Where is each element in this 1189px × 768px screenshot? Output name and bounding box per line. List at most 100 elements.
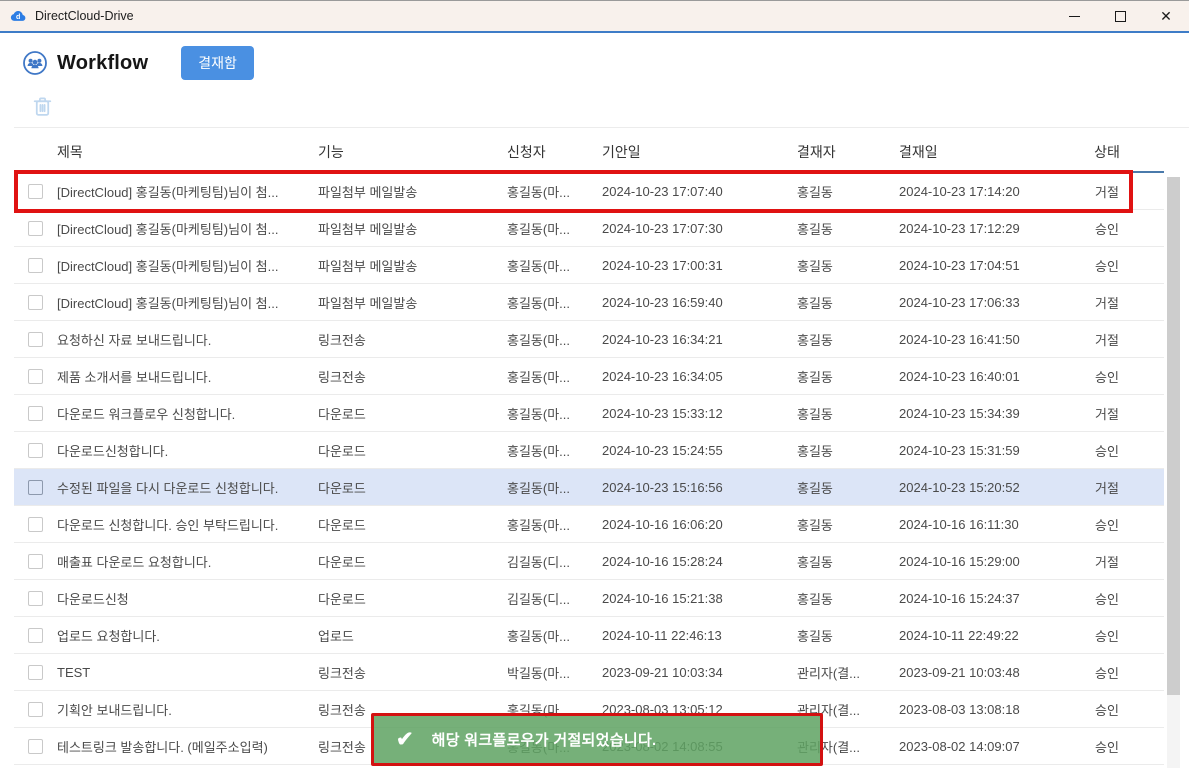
row-approval-date: 2024-10-23 17:12:29	[899, 221, 1060, 236]
row-status: 승인	[1060, 441, 1164, 460]
delete-button[interactable]	[30, 94, 55, 122]
row-approval-date: 2024-10-23 17:04:51	[899, 258, 1060, 273]
row-draft-date: 2024-10-23 17:07:30	[602, 221, 797, 236]
row-checkbox[interactable]	[28, 591, 43, 606]
table-row[interactable]: 수정된 파일을 다시 다운로드 신청합니다. 다운로드 홍길동(마... 202…	[14, 469, 1164, 506]
row-title: [DirectCloud] 홍길동(마케팅팀)님이 첨...	[57, 219, 318, 238]
page-title: Workflow	[57, 52, 148, 75]
table-row[interactable]: 다운로드 신청합니다. 승인 부탁드립니다. 다운로드 홍길동(마... 202…	[14, 506, 1164, 543]
row-title: [DirectCloud] 홍길동(마케팅팀)님이 첨...	[57, 293, 318, 312]
table-row[interactable]: [DirectCloud] 홍길동(마케팅팀)님이 첨... 파일첨부 메일발송…	[14, 210, 1164, 247]
vertical-scrollbar[interactable]	[1167, 177, 1180, 768]
row-status: 거절	[1060, 552, 1164, 571]
table-row[interactable]: 매출표 다운로드 요청합니다. 다운로드 김길동(디... 2024-10-16…	[14, 543, 1164, 580]
minimize-button[interactable]	[1051, 1, 1097, 31]
row-approver: 관리자(결...	[797, 663, 899, 682]
row-checkbox[interactable]	[28, 221, 43, 236]
row-title: 다운로드신청	[57, 589, 318, 608]
row-draft-date: 2024-10-23 17:00:31	[602, 258, 797, 273]
row-approval-date: 2024-10-23 17:06:33	[899, 295, 1060, 310]
maximize-button[interactable]	[1097, 1, 1143, 31]
table-row[interactable]: [DirectCloud] 홍길동(마케팅팀)님이 첨... 파일첨부 메일발송…	[14, 173, 1164, 210]
row-checkbox[interactable]	[28, 443, 43, 458]
workflow-icon	[22, 50, 48, 76]
close-button[interactable]: ✕	[1143, 1, 1189, 31]
row-applicant: 홍길동(마...	[507, 515, 602, 534]
column-header-title: 제목	[57, 142, 318, 162]
row-checkbox[interactable]	[28, 554, 43, 569]
row-checkbox[interactable]	[28, 406, 43, 421]
row-function: 파일첨부 메일발송	[318, 219, 507, 238]
table-row[interactable]: 업로드 요청합니다. 업로드 홍길동(마... 2024-10-11 22:46…	[14, 617, 1164, 654]
row-checkbox[interactable]	[28, 480, 43, 495]
row-applicant: 박길동(마...	[507, 663, 602, 682]
row-checkbox[interactable]	[28, 258, 43, 273]
toolbar-divider	[14, 127, 1189, 128]
maximize-icon	[1115, 11, 1126, 22]
row-status: 승인	[1060, 737, 1164, 756]
row-approver: 홍길동	[797, 256, 899, 275]
row-status: 승인	[1060, 626, 1164, 645]
row-approval-date: 2024-10-16 16:11:30	[899, 517, 1060, 532]
row-approval-date: 2024-10-23 15:34:39	[899, 406, 1060, 421]
row-applicant: 홍길동(마...	[507, 441, 602, 460]
approval-box-button[interactable]: 결재함	[181, 46, 254, 80]
row-status: 거절	[1060, 293, 1164, 312]
table-row[interactable]: TEST 링크전송 박길동(마... 2023-09-21 10:03:34 관…	[14, 654, 1164, 691]
row-draft-date: 2024-10-23 16:59:40	[602, 295, 797, 310]
row-function: 업로드	[318, 626, 507, 645]
row-function: 다운로드	[318, 478, 507, 497]
row-status: 승인	[1060, 219, 1164, 238]
toolbar	[30, 94, 1189, 120]
row-function: 파일첨부 메일발송	[318, 293, 507, 312]
row-function: 다운로드	[318, 589, 507, 608]
row-applicant: 홍길동(마...	[507, 330, 602, 349]
row-status: 거절	[1060, 330, 1164, 349]
toast-notification: ✔ 해당 워크플로우가 거절되었습니다.	[371, 713, 823, 766]
row-checkbox[interactable]	[28, 665, 43, 680]
row-checkbox[interactable]	[28, 295, 43, 310]
row-title: 수정된 파일을 다시 다운로드 신청합니다.	[57, 478, 318, 497]
table-row[interactable]: 다운로드 워크플로우 신청합니다. 다운로드 홍길동(마... 2024-10-…	[14, 395, 1164, 432]
row-checkbox[interactable]	[28, 628, 43, 643]
toast-message: 해당 워크플로우가 거절되었습니다.	[432, 729, 657, 750]
row-checkbox[interactable]	[28, 369, 43, 384]
checkmark-icon: ✔	[396, 727, 414, 752]
row-status: 거절	[1060, 182, 1164, 201]
row-approval-date: 2023-08-03 13:08:18	[899, 702, 1060, 717]
row-applicant: 김길동(디...	[507, 552, 602, 571]
table-header-row: 제목 기능 신청자 기안일 결재자 결재일 상태	[14, 133, 1164, 173]
titlebar: d DirectCloud-Drive ✕	[0, 0, 1189, 33]
column-header-approval-date: 결재일	[899, 142, 1060, 162]
table-row[interactable]: 제품 소개서를 보내드립니다. 링크전송 홍길동(마... 2024-10-23…	[14, 358, 1164, 395]
row-status: 승인	[1060, 589, 1164, 608]
row-checkbox[interactable]	[28, 739, 43, 754]
column-header-function: 기능	[318, 142, 507, 162]
table-row[interactable]: 요청하신 자료 보내드립니다. 링크전송 홍길동(마... 2024-10-23…	[14, 321, 1164, 358]
row-approval-date: 2024-10-11 22:49:22	[899, 628, 1060, 643]
svg-text:d: d	[16, 13, 20, 21]
row-function: 링크전송	[318, 367, 507, 386]
table-row[interactable]: [DirectCloud] 홍길동(마케팅팀)님이 첨... 파일첨부 메일발송…	[14, 247, 1164, 284]
row-approval-date: 2024-10-23 16:41:50	[899, 332, 1060, 347]
table-row[interactable]: 다운로드신청합니다. 다운로드 홍길동(마... 2024-10-23 15:2…	[14, 432, 1164, 469]
table-row[interactable]: [DirectCloud] 홍길동(마케팅팀)님이 첨... 파일첨부 메일발송…	[14, 284, 1164, 321]
scrollbar-thumb[interactable]	[1167, 177, 1180, 695]
row-title: 매출표 다운로드 요청합니다.	[57, 552, 318, 571]
row-approver: 홍길동	[797, 478, 899, 497]
row-function: 다운로드	[318, 552, 507, 571]
row-status: 거절	[1060, 478, 1164, 497]
row-applicant: 홍길동(마...	[507, 367, 602, 386]
row-draft-date: 2024-10-23 15:24:55	[602, 443, 797, 458]
row-approver: 홍길동	[797, 293, 899, 312]
row-title: 다운로드 워크플로우 신청합니다.	[57, 404, 318, 423]
row-checkbox[interactable]	[28, 517, 43, 532]
trash-icon	[30, 107, 55, 122]
app-cloud-icon: d	[9, 7, 27, 25]
minimize-icon	[1069, 16, 1080, 17]
row-checkbox[interactable]	[28, 332, 43, 347]
row-checkbox[interactable]	[28, 702, 43, 717]
row-checkbox[interactable]	[28, 184, 43, 199]
row-function: 링크전송	[318, 663, 507, 682]
table-row[interactable]: 다운로드신청 다운로드 김길동(디... 2024-10-16 15:21:38…	[14, 580, 1164, 617]
